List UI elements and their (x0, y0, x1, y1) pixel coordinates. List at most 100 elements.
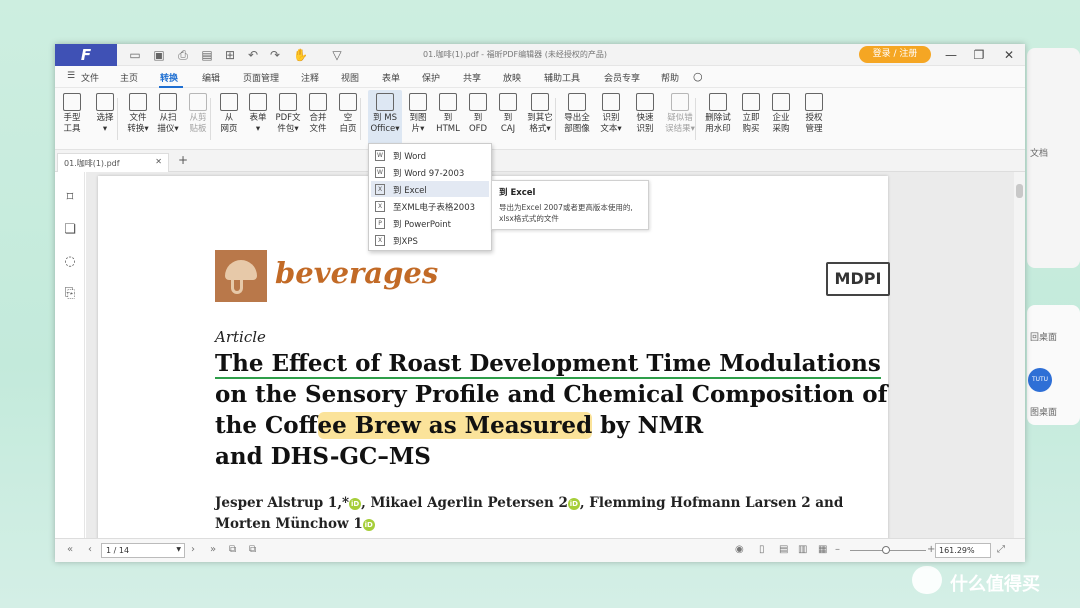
zoom-slider[interactable] (850, 546, 926, 554)
desktop-icon[interactable]: TUTU (1028, 368, 1052, 392)
fullscreen-icon[interactable]: ⤢ (997, 544, 1005, 555)
title-line-1: The Effect of Roast Development Time Mod… (215, 350, 881, 379)
ribbon-button-20[interactable]: 删除试 用水印 (703, 90, 733, 148)
extract-page-icon[interactable]: ⧉ (249, 544, 256, 555)
scroll-thumb[interactable] (1016, 184, 1023, 198)
ribbon-button-16[interactable]: 导出全 部图像 (560, 90, 594, 148)
ribbon-button-9[interactable]: 空 白页 (333, 90, 363, 148)
ribbon-button-23[interactable]: 授权 管理 (799, 90, 829, 148)
menu-page-manage[interactable]: 页面管理 (243, 71, 279, 84)
orcid-icon[interactable]: iD (362, 518, 375, 531)
ribbon-button-19-label: 疑似错 误结果▾ (665, 113, 695, 134)
maximize-icon[interactable]: ❐ (971, 47, 987, 63)
vertical-scrollbar[interactable] (1014, 172, 1025, 538)
ribbon-button-14[interactable]: 到 CAJ (493, 90, 523, 148)
properties-icon[interactable]: ▤ (200, 48, 214, 62)
menu-slideshow[interactable]: 放映 (503, 71, 521, 84)
ribbon-button-19[interactable]: 疑似错 误结果▾ (663, 90, 697, 148)
search-icon[interactable]: ○ (693, 70, 703, 83)
close-icon[interactable]: ✕ (1001, 47, 1017, 63)
ribbon-button-18[interactable]: 快速 识别 (630, 90, 660, 148)
continuous-icon[interactable]: ▤ (779, 544, 788, 555)
ribbon-button-8[interactable]: 合并 文件 (303, 90, 333, 148)
menu-member[interactable]: 会员专享 (604, 71, 640, 84)
print-icon[interactable]: ⎙ (176, 48, 190, 62)
save-icon[interactable]: ▣ (152, 48, 166, 62)
export-menu-item-1[interactable]: W 到 Word 97-2003 (371, 164, 489, 180)
title-line-3a: the Coff (215, 412, 318, 439)
prev-page-icon[interactable]: ‹ (88, 544, 92, 555)
menu-home[interactable]: 主页 (120, 71, 138, 84)
export-menu-item-3[interactable]: X 至XML电子表格2003 (371, 198, 489, 214)
ribbon-button-15[interactable]: 到其它 格式▾ (523, 90, 557, 148)
menu-form[interactable]: 表单 (382, 71, 400, 84)
ribbon-button-21[interactable]: 立即 购买 (736, 90, 766, 148)
ribbon-button-6[interactable]: 表单 ▾ (243, 90, 273, 148)
undo-icon[interactable]: ↶ (246, 48, 260, 62)
orcid-icon[interactable]: iD (349, 497, 362, 510)
pages-icon[interactable]: ❏ (62, 222, 78, 238)
menu-protect[interactable]: 保护 (422, 71, 440, 84)
ribbon-separator (555, 98, 556, 140)
export-menu-item-0[interactable]: W 到 Word (371, 147, 489, 163)
first-page-icon[interactable]: « (67, 544, 73, 555)
single-page-icon[interactable]: ▯ (759, 544, 765, 555)
orcid-icon[interactable]: iD (567, 497, 580, 510)
minimize-icon[interactable]: — (943, 47, 959, 63)
title-highlight: ee Brew as Measured (317, 412, 593, 439)
ribbon-button-17[interactable]: 识别 文本▾ (596, 90, 626, 148)
menu-view[interactable]: 视图 (341, 71, 359, 84)
zoom-slider-thumb[interactable] (882, 546, 890, 554)
page-number-input[interactable]: 1 / 14 ▼ (101, 543, 185, 558)
menu-tools[interactable]: 辅助工具 (544, 71, 580, 84)
last-page-icon[interactable]: » (210, 544, 216, 555)
ribbon-button-5[interactable]: 从 网页 (215, 90, 243, 148)
hand-tool-icon[interactable]: ✋ (293, 48, 308, 62)
export-menu-item-2[interactable]: X 到 Excel (371, 181, 489, 197)
pdf-page: beverages MDPI Article The Effect of Roa… (98, 176, 890, 542)
redo-icon[interactable]: ↷ (268, 48, 282, 62)
ribbon-button-12[interactable]: 到 HTML (433, 90, 463, 148)
comment-icon[interactable]: ◌ (62, 254, 78, 270)
ribbon-button-0[interactable]: 手型 工具 (57, 90, 87, 148)
login-button[interactable]: 登录 / 注册 (859, 46, 931, 63)
two-page-icon[interactable]: ▦ (818, 544, 827, 555)
zoom-input[interactable]: 161.29% (935, 543, 991, 558)
tab-close-icon[interactable]: ✕ (155, 157, 162, 166)
ribbon-button-22[interactable]: 企业 采购 (766, 90, 796, 148)
attachment-icon[interactable]: ⎘ (62, 286, 78, 302)
menu-file[interactable]: 文件 (81, 71, 99, 84)
facing-icon[interactable]: ▥ (798, 544, 807, 555)
menu-edit[interactable]: 编辑 (202, 71, 220, 84)
next-page-icon[interactable]: › (191, 544, 195, 555)
ribbon-button-11[interactable]: 到图 片▾ (403, 90, 433, 148)
open-icon[interactable]: ▭ (128, 48, 142, 62)
ribbon-button-7[interactable]: PDF文 件包▾ (273, 90, 303, 148)
copy-page-icon[interactable]: ⧉ (229, 544, 236, 555)
export-menu-item-label: 至XML电子表格2003 (393, 203, 476, 213)
menu-help[interactable]: 帮助 (661, 71, 679, 84)
app-logo[interactable]: F (55, 44, 117, 66)
ribbon-button-4[interactable]: 从剪 贴板 (183, 90, 213, 148)
export-menu-item-4[interactable]: P 到 PowerPoint (371, 215, 489, 231)
ribbon-button-13[interactable]: 到 OFD (463, 90, 493, 148)
ribbon-button-1[interactable]: 选择 ▾ (90, 90, 120, 148)
ribbon-button-3[interactable]: 从扫 描仪▾ (153, 90, 183, 148)
document-tab[interactable]: 01.咖啡(1).pdf ✕ (57, 153, 169, 172)
ribbon-button-2[interactable]: 文件 转换▾ (123, 90, 153, 148)
ribbon-button-10[interactable]: 到 MS Office▾ (368, 90, 402, 148)
new-tab-icon[interactable]: + (178, 153, 188, 167)
customize-icon[interactable]: ▽ (330, 48, 344, 62)
zoom-out-icon[interactable]: – (835, 544, 840, 555)
menu-convert[interactable]: 转换 (160, 71, 178, 84)
new-icon[interactable]: ⊞ (223, 48, 237, 62)
menu-icon[interactable]: ☰ (67, 71, 75, 81)
menu-comment[interactable]: 注释 (301, 71, 319, 84)
menu-share[interactable]: 共享 (463, 71, 481, 84)
ribbon-button-6-label: 表单 ▾ (249, 113, 267, 134)
export-menu-item-5[interactable]: X 到XPS (371, 232, 489, 248)
ribbon-button-13-label: 到 OFD (468, 113, 488, 134)
bookmark-icon[interactable]: ⌑ (62, 190, 78, 206)
view-mode-icon[interactable]: ◉ (735, 544, 744, 555)
page-dropdown-icon[interactable]: ▼ (176, 546, 181, 553)
